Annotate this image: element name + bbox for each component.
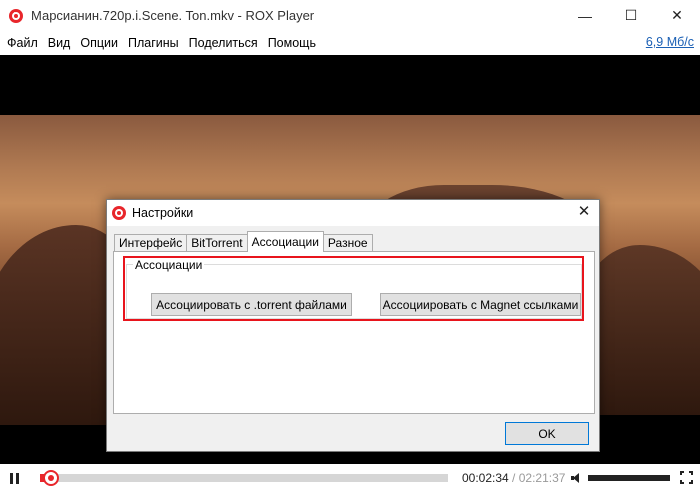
menu-share[interactable]: Поделиться [184, 36, 263, 50]
volume-icon[interactable] [571, 473, 581, 483]
time-current: 00:02:34 [462, 471, 509, 485]
menu-plugins[interactable]: Плагины [123, 36, 184, 50]
playback-controls: 00:02:34 / 02:21:37 [0, 464, 700, 492]
volume-slider[interactable] [588, 475, 670, 481]
highlight-frame [123, 256, 584, 321]
tab-bittorrent[interactable]: BitTorrent [186, 234, 248, 252]
dialog-title-bar: Настройки ✕ [107, 200, 599, 226]
time-separator: / [508, 471, 519, 485]
menu-options[interactable]: Опции [75, 36, 123, 50]
title-bar: Марсианин.720p.i.Scene. Ton.mkv - ROX Pl… [0, 0, 700, 31]
minimize-button[interactable]: — [562, 0, 608, 31]
menu-help[interactable]: Помощь [263, 36, 321, 50]
tab-associations[interactable]: Ассоциации [246, 231, 324, 252]
seek-handle[interactable] [43, 470, 60, 486]
pause-icon[interactable] [10, 473, 19, 484]
settings-dialog: Настройки ✕ Интерфейс BitTorrent Ассоциа… [106, 199, 600, 452]
menu-view[interactable]: Вид [43, 36, 76, 50]
download-speed-link[interactable]: 6,9 Мб/с [646, 35, 694, 49]
tab-misc[interactable]: Разное [322, 234, 373, 252]
menu-file[interactable]: Файл [0, 36, 43, 50]
ok-button[interactable]: OK [505, 422, 589, 445]
tab-interface[interactable]: Интерфейс [114, 234, 188, 252]
app-logo-icon [112, 206, 126, 220]
maximize-button[interactable]: ☐ [608, 0, 654, 31]
fullscreen-icon[interactable] [680, 471, 693, 484]
menu-bar: Файл Вид Опции Плагины Поделиться Помощь… [0, 31, 700, 55]
window-title: Марсианин.720p.i.Scene. Ton.mkv - ROX Pl… [31, 8, 315, 23]
time-display: 00:02:34 / 02:21:37 [462, 471, 565, 485]
window-controls: — ☐ ✕ [562, 0, 700, 31]
seek-bar[interactable] [40, 470, 448, 486]
time-total: 02:21:37 [518, 471, 566, 485]
app-logo-icon [9, 8, 23, 23]
dialog-close-icon[interactable]: ✕ [575, 203, 593, 221]
dialog-title: Настройки [132, 206, 194, 220]
close-button[interactable]: ✕ [654, 0, 700, 31]
tab-panel-associations: Ассоциации Ассоциировать с .torrent файл… [113, 251, 595, 414]
settings-tabs: Интерфейс BitTorrent Ассоциации Разное [114, 231, 373, 252]
